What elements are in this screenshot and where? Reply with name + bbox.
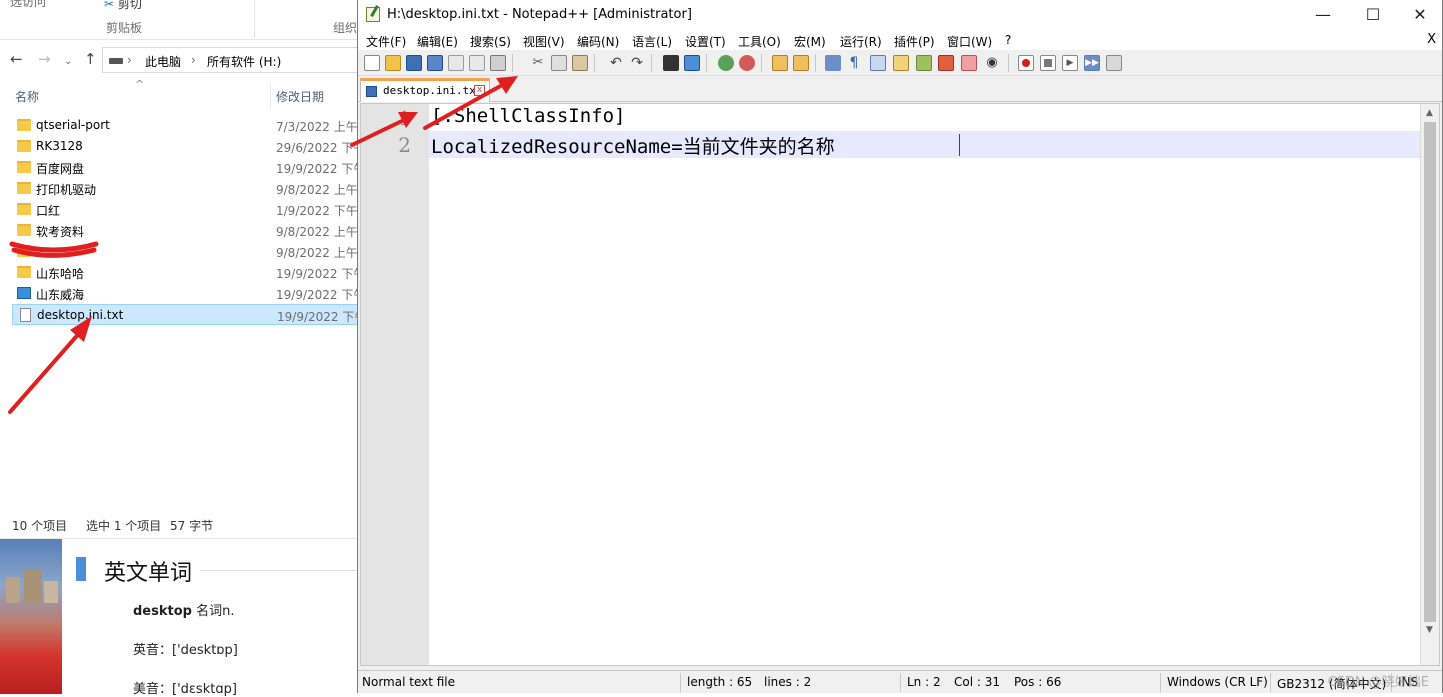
arrow-to-tab xyxy=(425,84,504,128)
arrow-to-desktop-ini xyxy=(10,330,82,412)
arrow-to-line-1 xyxy=(352,120,404,145)
annotation-arrows xyxy=(0,0,1443,693)
csdn-watermark: CSDN @晓好拙E xyxy=(1328,671,1429,690)
